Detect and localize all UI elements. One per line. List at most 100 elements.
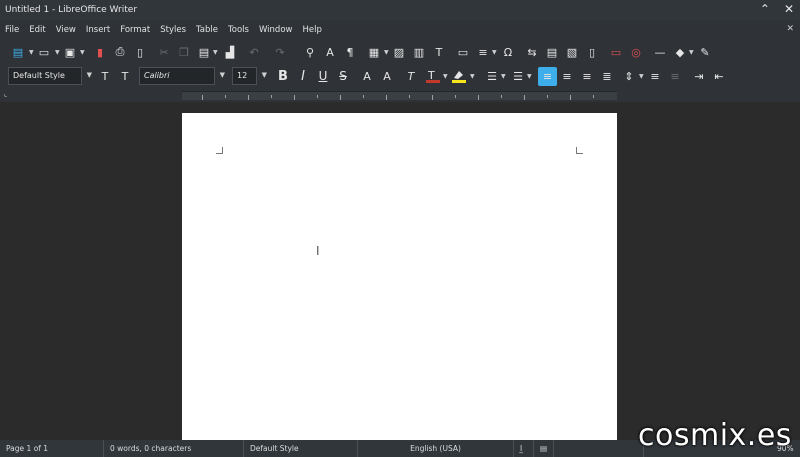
print-preview-icon[interactable]: ▯ [132, 44, 148, 60]
menu-insert[interactable]: Insert [81, 25, 115, 35]
horizontal-ruler[interactable] [182, 91, 617, 100]
insert-table-icon[interactable]: ▦ [366, 44, 382, 60]
menu-edit[interactable]: Edit [24, 25, 50, 35]
draw-functions-icon[interactable]: ✎ [697, 44, 713, 60]
superscript-icon[interactable]: A [359, 68, 375, 84]
font-color-dropdown-icon[interactable]: ▼ [443, 73, 448, 80]
chevron-down-icon[interactable]: ▼ [87, 71, 92, 79]
ruler-tick [570, 95, 571, 100]
save-icon[interactable]: ▣ [62, 44, 78, 60]
document-page[interactable]: I [182, 113, 617, 440]
numbered-list-icon[interactable]: ☰ [510, 68, 526, 84]
formatting-marks-icon[interactable]: ¶ [342, 44, 358, 60]
page-style-text: Default Style [250, 444, 299, 453]
paragraph-style-combo[interactable]: Default Style ▼ [8, 67, 92, 85]
justify-icon[interactable]: ≣ [599, 68, 615, 84]
close-window-icon[interactable]: ✕ [784, 2, 794, 16]
save-dropdown-icon[interactable]: ▼ [80, 49, 85, 56]
print-icon[interactable]: ⎙ [112, 44, 128, 60]
insert-page-break-icon[interactable]: ▭ [455, 44, 471, 60]
strikethrough-icon[interactable]: S [335, 68, 351, 84]
font-size-value: 12 [237, 71, 248, 80]
menu-format[interactable]: Format [115, 25, 155, 35]
export-pdf-icon[interactable]: ▮ [92, 44, 108, 60]
bookmark-icon[interactable]: ▧ [564, 44, 580, 60]
spacing-dropdown-icon[interactable]: ▼ [639, 73, 644, 80]
insert-chart-icon[interactable]: ▥ [411, 44, 427, 60]
copy-icon[interactable]: ❐ [176, 44, 192, 60]
increase-paragraph-spacing-icon[interactable]: ≡ [647, 68, 663, 84]
page-style[interactable]: Default Style [244, 440, 358, 457]
undo-icon[interactable]: ↶ [246, 44, 262, 60]
new-document-icon[interactable]: ▤ [10, 44, 26, 60]
new-style-icon[interactable]: T [117, 68, 133, 84]
hyperlink-icon[interactable]: ⇆ [524, 44, 540, 60]
find-replace-icon[interactable]: ⚲ [302, 44, 318, 60]
tab-type-icon[interactable]: ⌞ [4, 90, 7, 98]
maximize-icon[interactable]: ⌃ [760, 2, 770, 16]
standard-toolbar: ▤ ▼ ▭ ▼ ▣ ▼ ▮ ⎙ ▯ ✂ ❐ ▤ ▼ ▟ ↶ ↷ ⚲ A ¶ ▦ … [0, 40, 800, 64]
page-count[interactable]: Page 1 of 1 [0, 440, 104, 457]
align-right-icon[interactable]: ≡ [579, 68, 595, 84]
cross-reference-icon[interactable]: ▯ [584, 44, 600, 60]
insert-textbox-icon[interactable]: T [431, 44, 447, 60]
document-modified-indicator [554, 440, 644, 457]
margin-corner-top-left [216, 147, 223, 154]
footnote-icon[interactable]: ▤ [544, 44, 560, 60]
clone-formatting-icon[interactable]: ▟ [222, 44, 238, 60]
selection-mode-icon[interactable]: ▤ [534, 440, 554, 457]
clear-formatting-icon[interactable]: T [403, 68, 419, 84]
insert-line-icon[interactable]: — [652, 44, 668, 60]
shapes-dropdown-icon[interactable]: ▼ [689, 49, 694, 56]
align-left-icon[interactable]: ≡ [538, 67, 557, 86]
font-size-combo[interactable]: 12 ▼ [232, 67, 267, 85]
bulleted-list-icon[interactable]: ☰ [484, 68, 500, 84]
redo-icon[interactable]: ↷ [272, 44, 288, 60]
language[interactable]: English (USA) [358, 440, 514, 457]
cut-icon[interactable]: ✂ [156, 44, 172, 60]
highlight-dropdown-icon[interactable]: ▼ [470, 73, 475, 80]
comment-icon[interactable]: ▭ [608, 44, 624, 60]
decrease-paragraph-spacing-icon[interactable]: ≡ [667, 68, 683, 84]
close-document-icon[interactable]: ✕ [786, 24, 794, 34]
menu-view[interactable]: View [51, 25, 81, 35]
word-count[interactable]: 0 words, 0 characters [104, 440, 244, 457]
table-dropdown-icon[interactable]: ▼ [384, 49, 389, 56]
insert-image-icon[interactable]: ▨ [391, 44, 407, 60]
chevron-down-icon[interactable]: ▼ [262, 71, 267, 79]
italic-icon[interactable]: I [295, 68, 311, 84]
increase-indent-icon[interactable]: ⇥ [691, 68, 707, 84]
spelling-icon[interactable]: A [322, 44, 338, 60]
align-center-icon[interactable]: ≡ [559, 68, 575, 84]
highlight-color-icon[interactable] [451, 68, 467, 84]
line-spacing-icon[interactable]: ⇕ [621, 68, 637, 84]
open-dropdown-icon[interactable]: ▼ [55, 49, 60, 56]
menu-file[interactable]: File [0, 25, 24, 35]
menu-window[interactable]: Window [254, 25, 298, 35]
basic-shapes-icon[interactable]: ◆ [672, 44, 688, 60]
font-color-icon[interactable]: T [425, 68, 441, 84]
bullets-dropdown-icon[interactable]: ▼ [501, 73, 506, 80]
special-character-icon[interactable]: Ω [500, 44, 516, 60]
menu-table[interactable]: Table [191, 25, 223, 35]
paste-icon[interactable]: ▤ [196, 44, 212, 60]
subscript-icon[interactable]: A [379, 68, 395, 84]
menu-help[interactable]: Help [297, 25, 326, 35]
numbering-dropdown-icon[interactable]: ▼ [527, 73, 532, 80]
new-dropdown-icon[interactable]: ▼ [29, 49, 34, 56]
decrease-indent-icon[interactable]: ⇤ [711, 68, 727, 84]
font-name-combo[interactable]: Calibri ▼ [139, 67, 225, 85]
chevron-down-icon[interactable]: ▼ [220, 71, 225, 79]
field-dropdown-icon[interactable]: ▼ [492, 49, 497, 56]
ruler-tick [294, 95, 295, 100]
open-icon[interactable]: ▭ [36, 44, 52, 60]
bold-icon[interactable]: B [275, 68, 291, 84]
track-changes-icon[interactable]: ◎ [628, 44, 644, 60]
update-style-icon[interactable]: T [97, 68, 113, 84]
insert-field-icon[interactable]: ≡ [475, 44, 491, 60]
menu-styles[interactable]: Styles [155, 25, 191, 35]
underline-icon[interactable]: U [315, 68, 331, 84]
insert-mode-icon[interactable]: I̲ [514, 440, 534, 457]
menu-tools[interactable]: Tools [223, 25, 254, 35]
paste-dropdown-icon[interactable]: ▼ [213, 49, 218, 56]
